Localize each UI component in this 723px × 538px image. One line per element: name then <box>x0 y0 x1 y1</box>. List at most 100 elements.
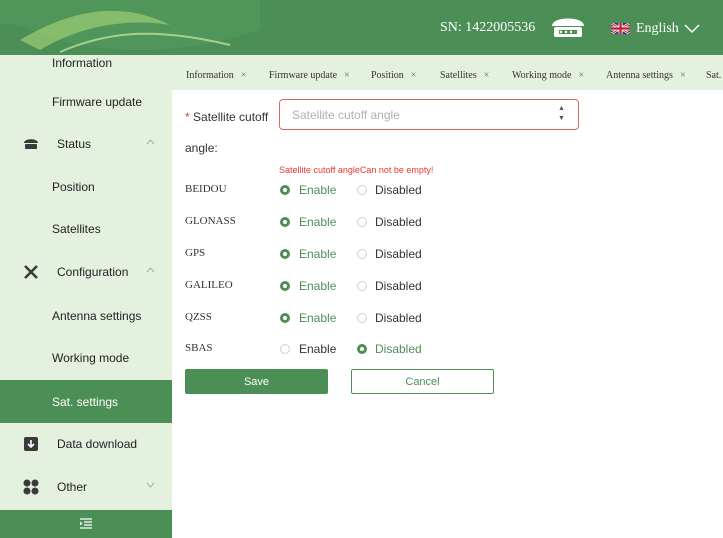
tab-label: Sat. <box>706 70 722 81</box>
tab-label: Firmware update <box>269 70 338 81</box>
chevron-up-icon <box>146 139 155 145</box>
gnss-system-label: SBAS <box>185 342 213 354</box>
radio-disabled[interactable] <box>357 344 367 354</box>
radio-disabled-label[interactable]: Disabled <box>375 342 422 356</box>
radio-enable-label[interactable]: Enable <box>299 342 336 356</box>
sidebar-item-sat-settings[interactable]: Sat. settings <box>0 380 172 423</box>
sidebar-item-status[interactable]: Status <box>0 123 172 165</box>
radio-disabled-label[interactable]: Disabled <box>375 183 422 197</box>
close-icon[interactable]: × <box>241 70 247 81</box>
cutoff-label-text: Satellite cutoff <box>193 110 269 124</box>
sidebar-item-label: Other <box>57 480 88 494</box>
sidebar-item-working-mode[interactable]: Working mode <box>0 337 172 379</box>
radio-disabled[interactable] <box>357 217 367 227</box>
sidebar-item-information[interactable]: Information <box>0 42 172 84</box>
increment-arrow-icon[interactable]: ▲ <box>558 104 565 114</box>
sidebar-item-label: Information <box>52 56 113 70</box>
radio-enable-label[interactable]: Enable <box>299 279 336 293</box>
cutoff-error-message: Satellite cutoff angleCan not be empty! <box>279 165 434 175</box>
radio-enable-label[interactable]: Enable <box>299 183 336 197</box>
tab-position[interactable]: Position × <box>371 70 416 81</box>
uk-flag-icon <box>611 23 630 34</box>
tab-label: Antenna settings <box>606 70 673 81</box>
tab-information[interactable]: Information × <box>186 70 246 81</box>
close-icon[interactable]: × <box>411 70 417 81</box>
sidebar-item-antenna-settings[interactable]: Antenna settings <box>0 295 172 337</box>
receiver-icon <box>24 139 38 149</box>
sidebar-item-position[interactable]: Position <box>0 166 172 208</box>
sidebar-collapse-bar[interactable] <box>0 510 172 538</box>
close-icon[interactable]: × <box>680 70 686 81</box>
gnss-system-label: GPS <box>185 247 206 259</box>
sidebar-item-label: Antenna settings <box>52 309 142 323</box>
radio-disabled[interactable] <box>357 281 367 291</box>
radio-disabled-label[interactable]: Disabled <box>375 215 422 229</box>
sidebar-item-label: Configuration <box>57 265 129 279</box>
download-icon <box>24 437 38 451</box>
close-icon[interactable]: × <box>484 70 490 81</box>
tab-firmware-update[interactable]: Firmware update × <box>269 70 350 81</box>
radio-disabled[interactable] <box>357 313 367 323</box>
gnss-system-label: GALILEO <box>185 279 233 291</box>
sidebar-item-label: Data download <box>57 437 138 451</box>
cutoff-angle-input[interactable] <box>279 99 579 130</box>
cutoff-angle-label: * Satellite cutoff <box>185 110 268 124</box>
cutoff-angle-label-cont: angle: <box>185 141 218 155</box>
sidebar-item-data-download[interactable]: Data download <box>0 423 172 465</box>
sidebar-item-label: Working mode <box>52 351 130 365</box>
close-icon[interactable]: × <box>344 70 350 81</box>
tab-working-mode[interactable]: Working mode × <box>512 70 584 81</box>
number-stepper[interactable]: ▲ ▼ <box>558 104 565 124</box>
radio-enable-label[interactable]: Enable <box>299 247 336 261</box>
chevron-up-icon <box>146 267 155 273</box>
radio-enable-label[interactable]: Enable <box>299 311 336 325</box>
radio-enable[interactable] <box>280 313 290 323</box>
radio-disabled[interactable] <box>357 185 367 195</box>
tab-label: Satellites <box>440 70 477 81</box>
menu-collapse-icon[interactable] <box>80 518 92 530</box>
radio-enable[interactable] <box>280 281 290 291</box>
radio-enable[interactable] <box>280 249 290 259</box>
sat-settings-form: * Satellite cutoff angle: ▲ ▼ Satellite … <box>172 90 723 538</box>
gnss-system-label: QZSS <box>185 311 212 323</box>
gnss-system-label: GLONASS <box>185 215 236 227</box>
radio-disabled-label[interactable]: Disabled <box>375 247 422 261</box>
radio-enable[interactable] <box>280 185 290 195</box>
chevron-down-icon[interactable] <box>684 24 700 34</box>
sidebar-item-label: Satellites <box>52 222 101 236</box>
tab-label: Working mode <box>512 70 572 81</box>
sidebar-item-configuration[interactable]: Configuration <box>0 251 172 293</box>
radio-disabled-label[interactable]: Disabled <box>375 279 422 293</box>
receiver-device-icon <box>552 18 584 37</box>
grid-icon <box>23 479 39 495</box>
sidebar-item-label: Sat. settings <box>52 394 119 409</box>
sidebar-item-label: Firmware update <box>52 95 143 109</box>
close-icon[interactable]: × <box>578 70 584 81</box>
save-button[interactable]: Save <box>185 369 328 394</box>
tab-label: Position <box>371 70 404 81</box>
sidebar: Information Firmware update Status Posit… <box>0 55 172 538</box>
sidebar-item-label: Status <box>57 137 92 151</box>
radio-disabled[interactable] <box>357 249 367 259</box>
language-selector[interactable]: English <box>636 21 679 37</box>
decrement-arrow-icon[interactable]: ▼ <box>558 114 565 124</box>
tab-antenna-settings[interactable]: Antenna settings × <box>606 70 686 81</box>
radio-disabled-label[interactable]: Disabled <box>375 311 422 325</box>
required-asterisk: * <box>185 110 194 124</box>
tab-label: Information <box>186 70 234 81</box>
radio-enable[interactable] <box>280 344 290 354</box>
serial-number: SN: 1422005536 <box>440 20 536 35</box>
cancel-button[interactable]: Cancel <box>351 369 494 394</box>
tab-bar: Information × Firmware update × Position × … <box>172 55 723 90</box>
sidebar-item-satellites[interactable]: Satellites <box>0 208 172 250</box>
tools-icon <box>24 265 38 279</box>
tab-satellites[interactable]: Satellites × <box>440 70 489 81</box>
gnss-system-label: BEIDOU <box>185 183 227 195</box>
chevron-down-icon <box>146 482 155 488</box>
tab-sat-settings[interactable]: Sat. <box>706 70 721 81</box>
sidebar-item-label: Position <box>52 180 95 194</box>
sidebar-item-firmware-update[interactable]: Firmware update <box>0 81 172 123</box>
radio-enable-label[interactable]: Enable <box>299 215 336 229</box>
radio-enable[interactable] <box>280 217 290 227</box>
sidebar-item-other[interactable]: Other <box>0 466 172 508</box>
